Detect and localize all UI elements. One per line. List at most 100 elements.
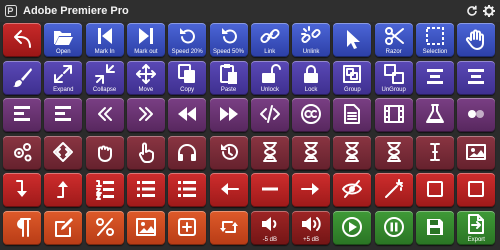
film-button[interactable] — [374, 98, 413, 132]
arrow-right-button[interactable] — [292, 173, 331, 207]
square-button[interactable] — [416, 173, 454, 207]
flask-button[interactable] — [416, 98, 454, 132]
align-left-button[interactable] — [44, 98, 83, 132]
button-label: UnGroup — [381, 86, 406, 93]
ungroup-button[interactable]: UnGroup — [374, 60, 413, 95]
refresh-icon[interactable] — [465, 4, 479, 18]
list-icon — [176, 178, 198, 200]
play-circle-button[interactable] — [333, 210, 372, 245]
paragraph-button[interactable] — [3, 210, 41, 245]
button-label: Unlink — [302, 49, 320, 55]
arrow-right-icon — [300, 178, 322, 200]
hourglass-button[interactable] — [292, 135, 331, 170]
mark-in-icon — [94, 25, 116, 47]
align-left-button[interactable] — [3, 98, 41, 132]
paste-button[interactable]: Paste — [209, 60, 248, 95]
group-button[interactable]: Group — [333, 60, 372, 95]
document-button[interactable] — [333, 98, 372, 132]
list-button[interactable] — [168, 173, 207, 207]
align-center-button[interactable] — [416, 60, 454, 95]
hourglass-button[interactable] — [333, 135, 372, 170]
paste-icon — [218, 63, 240, 85]
unlink-button[interactable]: Unlink — [292, 23, 331, 57]
back-arrow-icon — [11, 28, 33, 50]
button-label: Mark In — [94, 49, 115, 55]
gear-icon[interactable] — [482, 4, 496, 18]
level-up-button[interactable] — [44, 173, 83, 207]
open-button[interactable]: Open — [44, 23, 83, 57]
numbered-list-button[interactable] — [85, 173, 124, 207]
list-button[interactable] — [126, 173, 165, 207]
move-button[interactable]: Move — [126, 60, 165, 95]
button-label: Lock — [304, 86, 318, 93]
razor-button[interactable]: Razor — [374, 23, 413, 57]
5-db-button[interactable]: -5 dB — [250, 210, 289, 245]
plus-square-button[interactable] — [168, 210, 207, 245]
link-button[interactable]: Link — [250, 23, 289, 57]
save-button[interactable] — [416, 210, 454, 245]
minus-icon — [259, 178, 281, 200]
back-arrow-button[interactable] — [3, 23, 41, 57]
text-cursor-icon — [424, 141, 446, 163]
minus-button[interactable] — [250, 173, 289, 207]
speed-50-button[interactable]: Speed 50% — [209, 23, 248, 57]
brush-button[interactable] — [3, 60, 41, 95]
expand-button[interactable]: Expand — [44, 60, 83, 95]
unlock-button[interactable]: Unlock — [250, 60, 289, 95]
collapse-button[interactable]: Collapse — [85, 60, 124, 95]
rewind-icon — [176, 103, 198, 125]
pointing-hand-button[interactable] — [126, 135, 165, 170]
chevron-double-right-button[interactable] — [126, 98, 165, 132]
lock-button[interactable]: Lock — [292, 60, 331, 95]
brush-icon — [11, 66, 33, 88]
fast-forward-button[interactable] — [209, 98, 248, 132]
speed-20-button[interactable]: Speed 20% — [168, 23, 207, 57]
ungroup-icon — [383, 63, 405, 85]
mark-out-icon — [135, 25, 157, 47]
percent-button[interactable] — [85, 210, 124, 245]
button-label: +5 dB — [303, 236, 320, 243]
creative-commons-button[interactable] — [292, 98, 331, 132]
chevron-double-left-icon — [94, 103, 116, 125]
flickr-button[interactable] — [457, 98, 496, 132]
button-label: Copy — [180, 86, 195, 93]
rewind-button[interactable] — [168, 98, 207, 132]
hand-button[interactable] — [457, 23, 496, 57]
align-center-button[interactable] — [457, 60, 496, 95]
picture-button[interactable] — [126, 210, 165, 245]
magic-wand-button[interactable] — [374, 173, 413, 207]
code-button[interactable] — [250, 98, 289, 132]
hourglass-button[interactable] — [250, 135, 289, 170]
cursor-arrow-button[interactable] — [333, 23, 372, 57]
text-cursor-button[interactable] — [416, 135, 454, 170]
arrow-left-icon — [218, 178, 240, 200]
export-button[interactable]: Export — [457, 210, 496, 245]
fast-forward-icon — [218, 103, 240, 125]
premiere-logo-icon — [5, 5, 17, 17]
image-button[interactable] — [457, 135, 496, 170]
level-down-button[interactable] — [3, 173, 41, 207]
gears-button[interactable] — [3, 135, 41, 170]
mark-out-button[interactable]: Mark out — [126, 23, 165, 57]
pause-circle-button[interactable] — [374, 210, 413, 245]
arrow-left-button[interactable] — [209, 173, 248, 207]
eye-slash-button[interactable] — [333, 173, 372, 207]
undo-icon — [176, 25, 198, 47]
grab-hand-button[interactable] — [85, 135, 124, 170]
copy-button[interactable]: Copy — [168, 60, 207, 95]
align-left-icon — [52, 103, 74, 125]
cursor-arrow-icon — [341, 28, 363, 50]
gears-icon — [11, 141, 33, 163]
retweet-button[interactable] — [209, 210, 248, 245]
export-file-icon — [465, 213, 487, 235]
5-db-button[interactable]: +5 dB — [292, 210, 331, 245]
edit-button[interactable] — [44, 210, 83, 245]
chevron-double-left-button[interactable] — [85, 98, 124, 132]
square-button[interactable] — [457, 173, 496, 207]
hourglass-button[interactable] — [374, 135, 413, 170]
selection-button[interactable]: Selection — [416, 23, 454, 57]
history-button[interactable] — [209, 135, 248, 170]
mark-in-button[interactable]: Mark In — [85, 23, 124, 57]
headphones-button[interactable] — [168, 135, 207, 170]
diamond-arrows-button[interactable] — [44, 135, 83, 170]
